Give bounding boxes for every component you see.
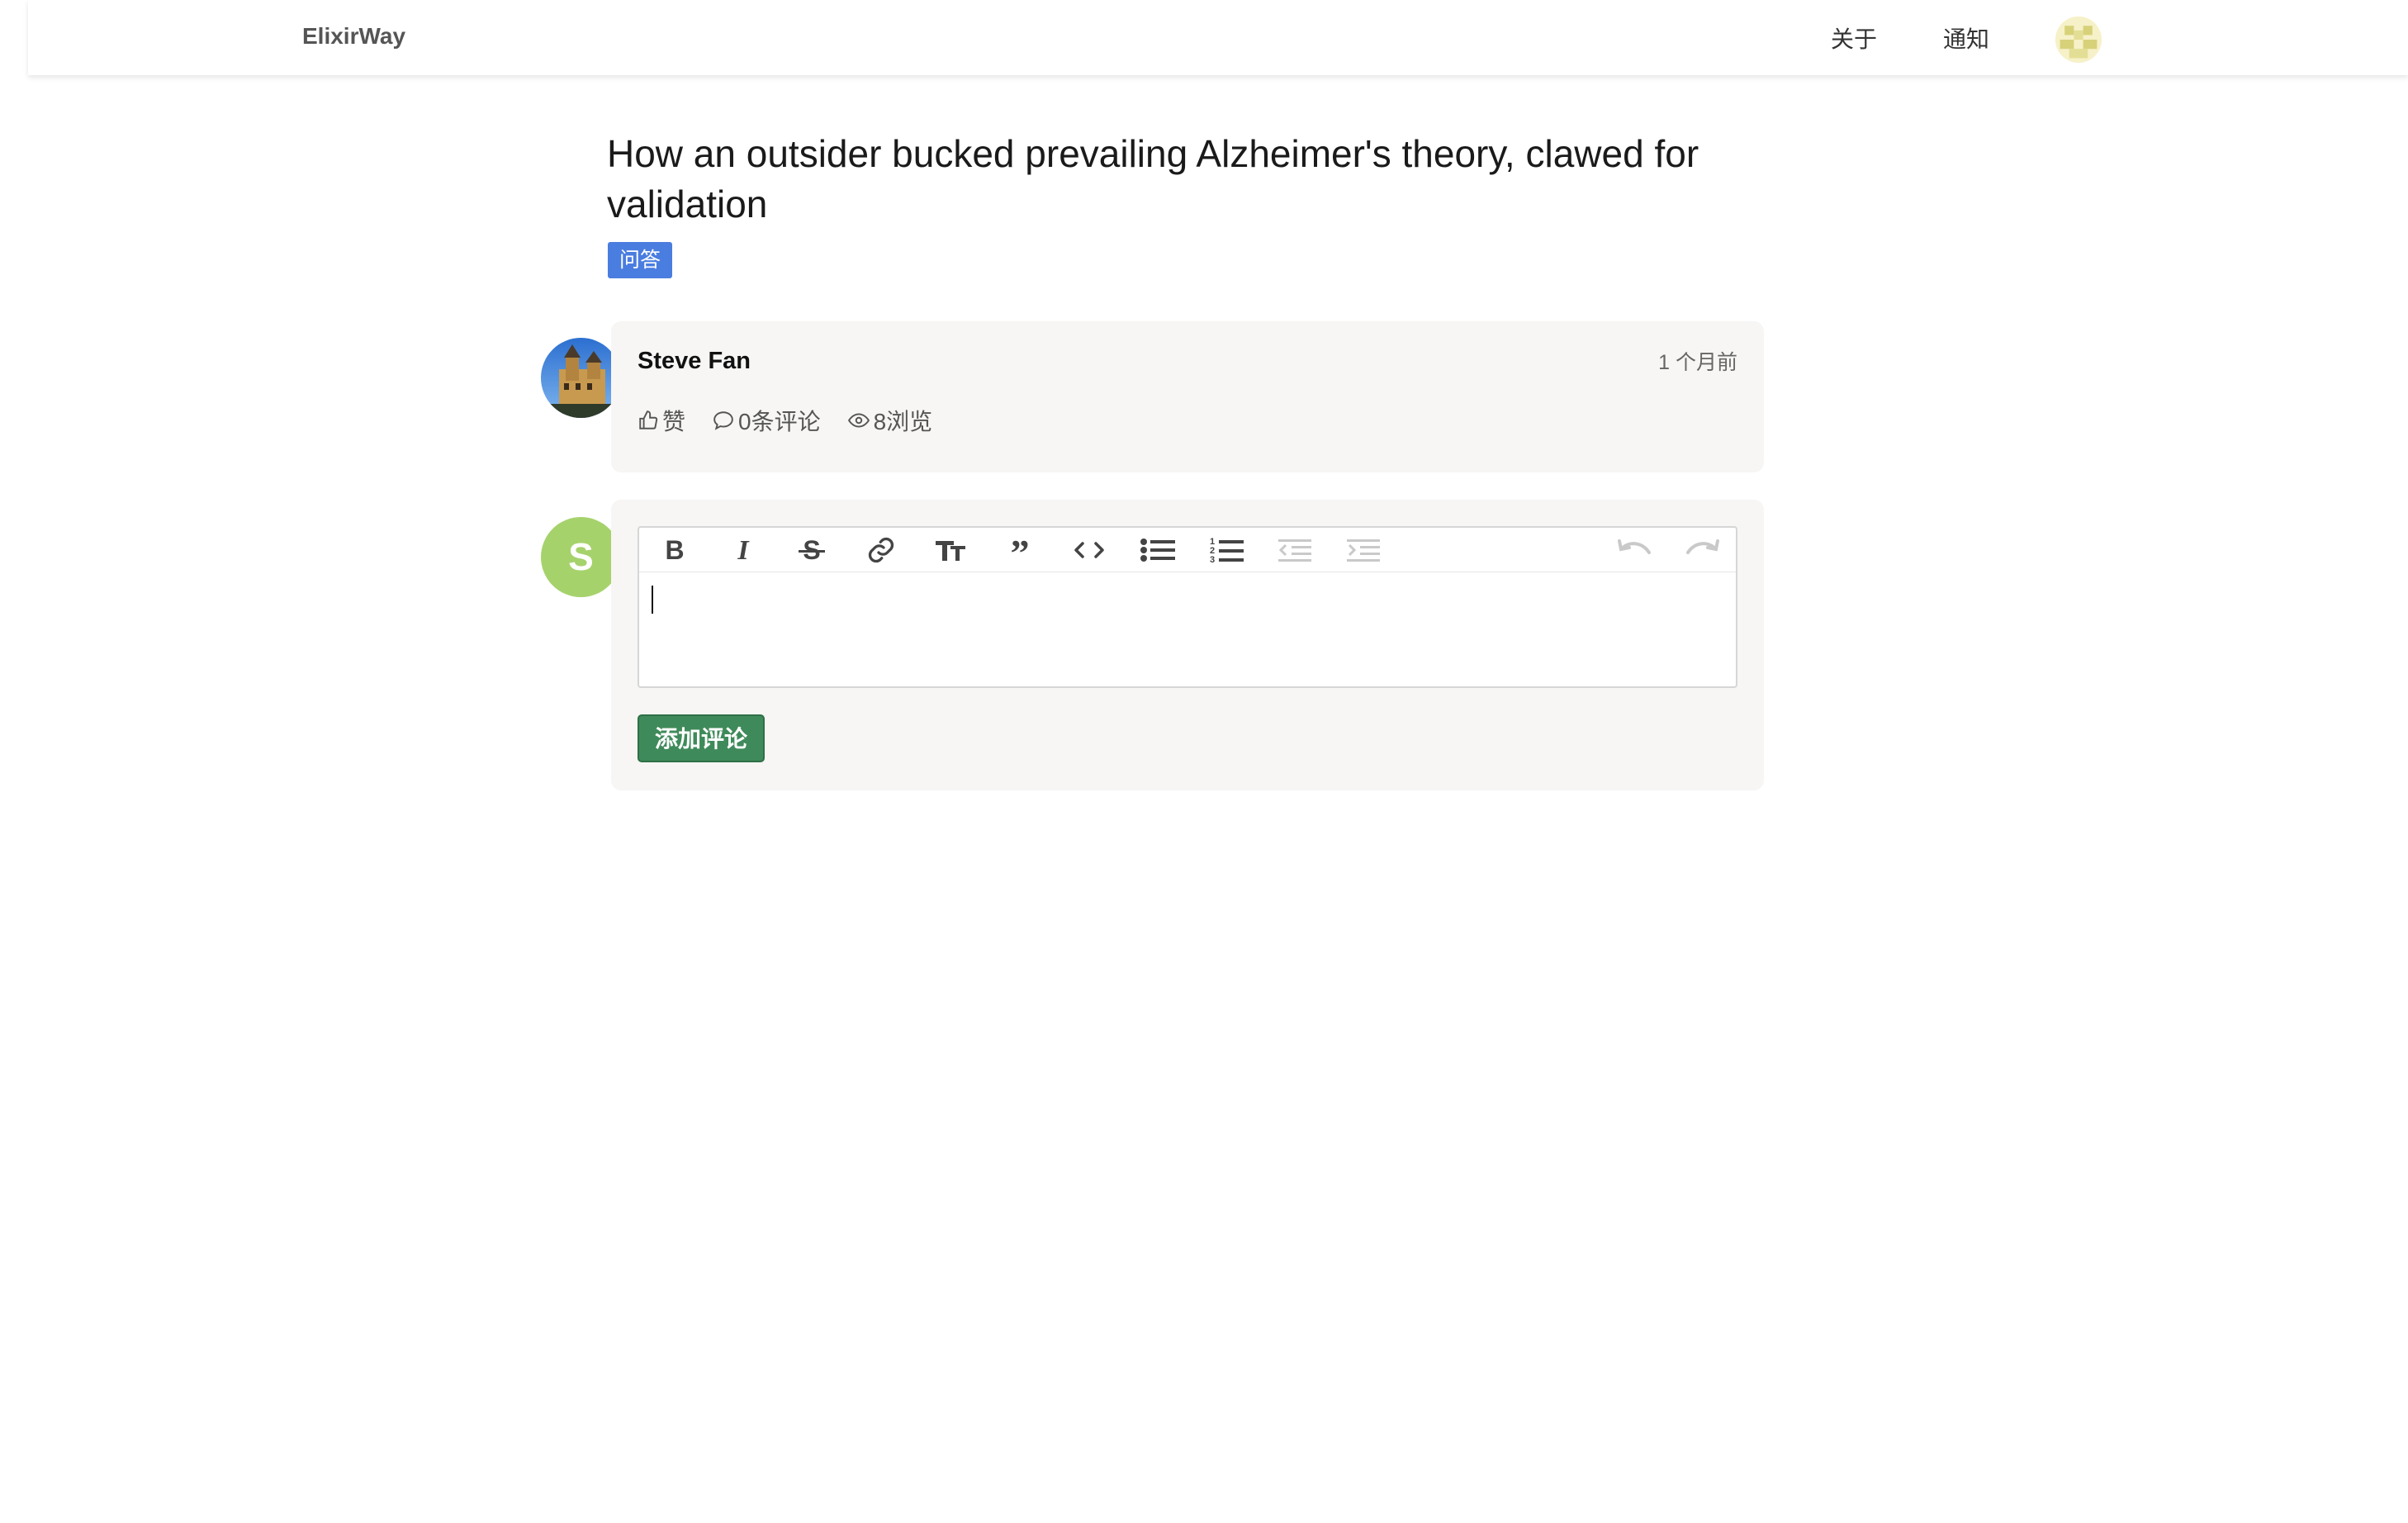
- numbered-list-icon: 1 2 3: [1210, 537, 1244, 565]
- add-comment-button[interactable]: 添加评论: [638, 714, 765, 762]
- nav-about-link[interactable]: 关于: [1831, 21, 1877, 55]
- undo-button[interactable]: [1614, 534, 1655, 567]
- views-indicator: 8浏览: [847, 404, 933, 437]
- editor-toolbar: B I S: [639, 528, 1736, 572]
- numbered-list-button[interactable]: 1 2 3: [1206, 534, 1247, 567]
- indent-button[interactable]: [1343, 534, 1384, 567]
- user-avatar-icon[interactable]: [2055, 17, 2102, 63]
- quote-icon: ”: [1011, 536, 1030, 564]
- redo-button[interactable]: [1682, 534, 1723, 567]
- comments-button[interactable]: 0条评论: [712, 404, 821, 437]
- bold-icon: B: [665, 536, 684, 564]
- svg-text:3: 3: [1210, 555, 1215, 565]
- bold-button[interactable]: B: [654, 534, 695, 567]
- castle-photo-icon: [541, 338, 621, 418]
- link-icon: [868, 537, 894, 563]
- eye-icon: [847, 413, 870, 428]
- identicon-icon: [2055, 17, 2102, 63]
- post-meta-card: Steve Fan 1 个月前 赞 0条评论 8浏览: [611, 321, 1764, 472]
- outdent-icon: [1278, 539, 1311, 562]
- strikethrough-icon: S: [799, 536, 825, 564]
- bullet-list-button[interactable]: [1137, 534, 1178, 567]
- author-avatar[interactable]: [541, 338, 621, 418]
- like-label: 赞: [662, 409, 686, 434]
- outdent-button[interactable]: [1274, 534, 1315, 567]
- quote-button[interactable]: ”: [999, 534, 1040, 567]
- text-caret: [652, 586, 653, 614]
- bullet-list-icon: [1140, 539, 1175, 562]
- comment-text-area[interactable]: [639, 573, 1736, 686]
- comments-count: 0条评论: [738, 409, 821, 434]
- nav-notifications-link[interactable]: 通知: [1943, 21, 1989, 55]
- italic-icon: I: [737, 536, 750, 564]
- current-user-avatar: S: [541, 517, 621, 597]
- views-count: 8浏览: [873, 409, 933, 434]
- indent-icon: [1347, 539, 1380, 562]
- heading-button[interactable]: [930, 534, 971, 567]
- post-time: 1 个月前: [1658, 351, 1737, 374]
- svg-text:B: B: [665, 536, 684, 564]
- page-title: How an outsider bucked prevailing Alzhei…: [607, 132, 1699, 225]
- speech-bubble-icon: [713, 411, 733, 430]
- category-tag[interactable]: 问答: [608, 242, 673, 278]
- code-button[interactable]: [1069, 534, 1110, 567]
- post-actions: 赞 0条评论 8浏览: [638, 404, 959, 437]
- text-height-icon: [936, 541, 965, 561]
- author-name[interactable]: Steve Fan: [638, 348, 751, 375]
- code-icon: [1074, 542, 1104, 558]
- comment-composer: B I S: [611, 500, 1764, 790]
- thumbs-up-icon: [639, 410, 658, 429]
- link-button[interactable]: [860, 534, 902, 567]
- strikethrough-button[interactable]: S: [791, 534, 832, 567]
- undo-icon: [1618, 539, 1651, 554]
- comment-editor: B I S: [638, 526, 1737, 688]
- svg-text:I: I: [737, 536, 750, 564]
- brand-logo[interactable]: ElixirWay: [302, 23, 405, 50]
- top-navbar: ElixirWay 关于 通知: [28, 0, 2408, 75]
- italic-button[interactable]: I: [723, 534, 764, 567]
- svg-text:”: ”: [1011, 536, 1030, 564]
- like-button[interactable]: 赞: [638, 404, 685, 437]
- redo-icon: [1686, 539, 1719, 554]
